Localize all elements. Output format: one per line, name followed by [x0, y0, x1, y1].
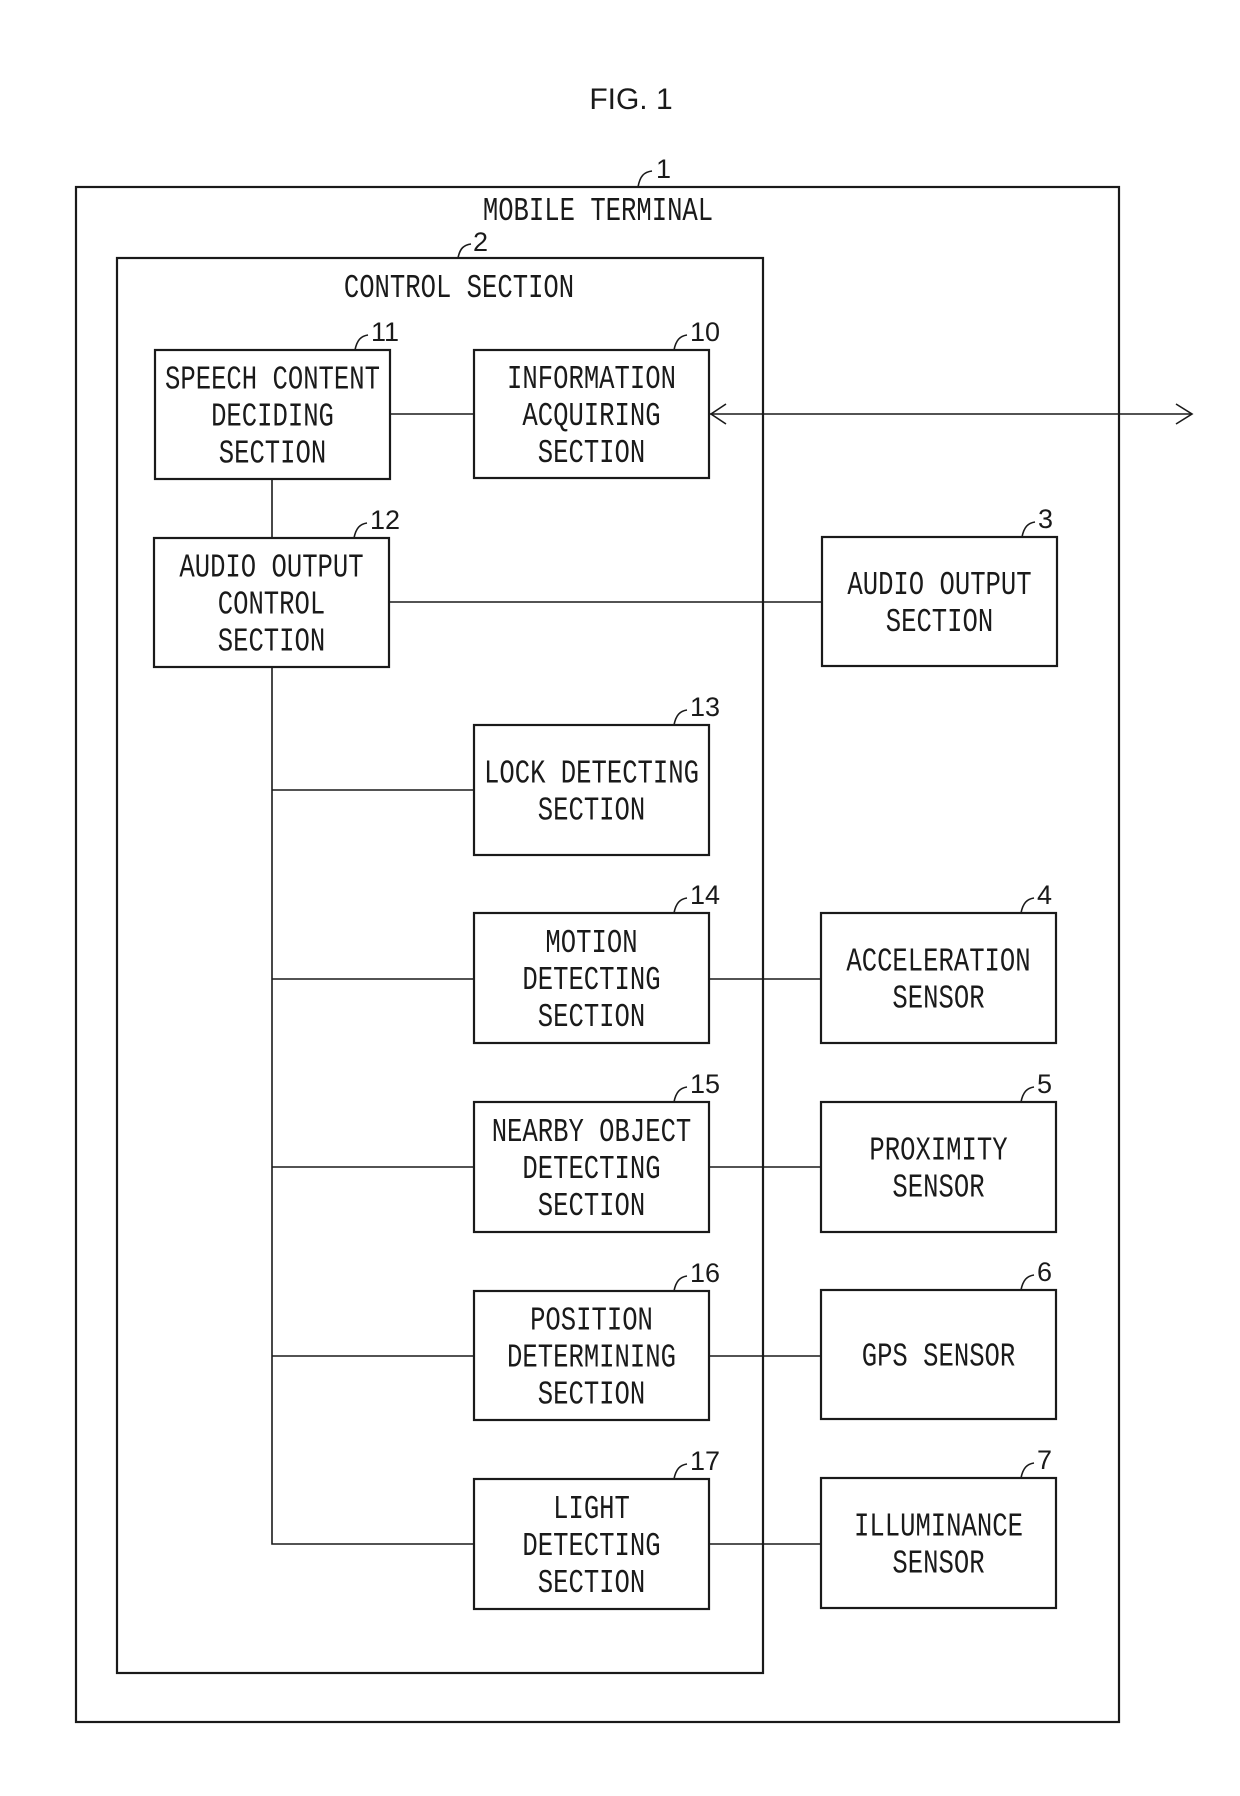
ref-leader	[1020, 1274, 1035, 1291]
ref-leader	[673, 709, 688, 726]
block-label-line: SPEECH CONTENT	[165, 360, 380, 398]
block-label-line: SENSOR	[892, 1168, 984, 1206]
block-label-line: ILLUMINANCE	[854, 1507, 1023, 1545]
block-speech-content-deciding: SPEECH CONTENTDECIDINGSECTION 11	[153, 317, 399, 481]
block-label-line: SECTION	[538, 1375, 645, 1413]
block-proximity-sensor: PROXIMITYSENSOR 5	[819, 1069, 1058, 1234]
ref-number-2: 2	[473, 227, 488, 257]
ref-number: 6	[1037, 1257, 1052, 1287]
block-label-line: SECTION	[538, 1564, 645, 1602]
bus-12-to-17	[271, 667, 474, 1545]
ref-number: 11	[371, 317, 399, 347]
connection-wires	[271, 403, 1194, 1545]
block-label-line: SECTION	[219, 434, 326, 472]
block-label-line: DETECTING	[522, 961, 660, 999]
ref-number: 4	[1037, 880, 1052, 910]
block-label-line: CONTROL	[218, 585, 325, 623]
block-label-line: POSITION	[530, 1301, 653, 1339]
ref-leader	[673, 897, 688, 914]
ref-leader	[1020, 1086, 1035, 1103]
ref-leader	[673, 334, 688, 351]
ref-leader	[1020, 1462, 1035, 1479]
block-label-line: SECTION	[538, 1187, 645, 1225]
ref-number: 5	[1037, 1069, 1052, 1099]
block-label-line: GPS SENSOR	[862, 1337, 1016, 1375]
ref-number: 16	[690, 1258, 720, 1288]
block-nearby-object-detecting: NEARBY OBJECTDETECTINGSECTION 15	[472, 1069, 720, 1234]
block-label-line: SECTION	[538, 998, 645, 1036]
block-motion-detecting: MOTIONDETECTINGSECTION 14	[472, 880, 720, 1045]
block-label-line: LIGHT	[553, 1490, 630, 1528]
block-label-line: SECTION	[218, 622, 325, 660]
block-label-line: SECTION	[886, 603, 993, 641]
ref-number: 3	[1038, 504, 1053, 534]
block-gps-sensor: GPS SENSOR 6	[819, 1257, 1058, 1421]
block-label-line: ACCELERATION	[846, 942, 1030, 980]
ref-leader	[673, 1275, 688, 1292]
block-diagram: FIG. 1 MOBILE TERMINAL 1 CONTROL SECTION…	[74, 83, 1194, 1724]
control-section-container: CONTROL SECTION 2	[115, 227, 765, 1675]
ref-number: 15	[690, 1069, 720, 1099]
ref-leader-2	[457, 243, 472, 259]
control-section-label: CONTROL SECTION	[344, 269, 574, 307]
ref-number: 12	[370, 505, 400, 535]
ref-leader	[1020, 897, 1035, 914]
block-acceleration-sensor: ACCELERATIONSENSOR 4	[819, 880, 1058, 1045]
control-section-box	[115, 256, 765, 1675]
block-label-line: DETERMINING	[507, 1338, 676, 1376]
block-audio-output-control: AUDIO OUTPUTCONTROLSECTION 12	[152, 505, 400, 669]
block-position-determining: POSITIONDETERMININGSECTION 16	[472, 1258, 720, 1422]
block-audio-output: AUDIO OUTPUTSECTION 3	[820, 504, 1059, 668]
ref-leader	[1021, 521, 1036, 538]
ref-leader	[673, 1086, 688, 1103]
ref-number: 17	[690, 1446, 720, 1476]
ref-leader	[353, 522, 368, 539]
ref-leader	[673, 1463, 688, 1480]
ref-leader	[354, 334, 369, 351]
block-label-line: SECTION	[538, 791, 645, 829]
block-label-line: AUDIO OUTPUT	[847, 566, 1031, 604]
ref-number: 10	[690, 317, 720, 347]
block-label-line: ACQUIRING	[522, 397, 660, 435]
block-label-line: PROXIMITY	[869, 1131, 1007, 1169]
block-label-line: MOTION	[545, 924, 637, 962]
block-illuminance-sensor: ILLUMINANCESENSOR 7	[819, 1445, 1058, 1610]
ref-number-1: 1	[656, 154, 671, 184]
ref-leader-1	[637, 170, 653, 188]
block-information-acquiring: INFORMATIONACQUIRINGSECTION 10	[472, 317, 720, 480]
block-light-detecting: LIGHTDETECTINGSECTION 17	[472, 1446, 720, 1611]
block-label-line: DECIDING	[211, 397, 334, 435]
block-label-line: SENSOR	[892, 979, 984, 1017]
ref-number: 14	[690, 880, 720, 910]
block-label-line: DETECTING	[522, 1150, 660, 1188]
block-label-line: NEARBY OBJECT	[492, 1113, 692, 1151]
ref-number: 7	[1037, 1445, 1052, 1475]
block-label-line: SENSOR	[892, 1544, 984, 1582]
block-lock-detecting: LOCK DETECTINGSECTION 13	[472, 692, 720, 857]
mobile-terminal-label: MOBILE TERMINAL	[483, 192, 713, 230]
blocks-layer: SPEECH CONTENTDECIDINGSECTION11INFORMATI…	[152, 317, 1059, 1611]
block-label-line: DETECTING	[522, 1527, 660, 1565]
block-label-line: AUDIO OUTPUT	[179, 548, 363, 586]
figure-title: FIG. 1	[589, 83, 672, 116]
block-label-line: INFORMATION	[507, 360, 676, 398]
ref-number: 13	[690, 692, 720, 722]
block-label-line: SECTION	[538, 434, 645, 472]
block-label-line: LOCK DETECTING	[484, 754, 699, 792]
